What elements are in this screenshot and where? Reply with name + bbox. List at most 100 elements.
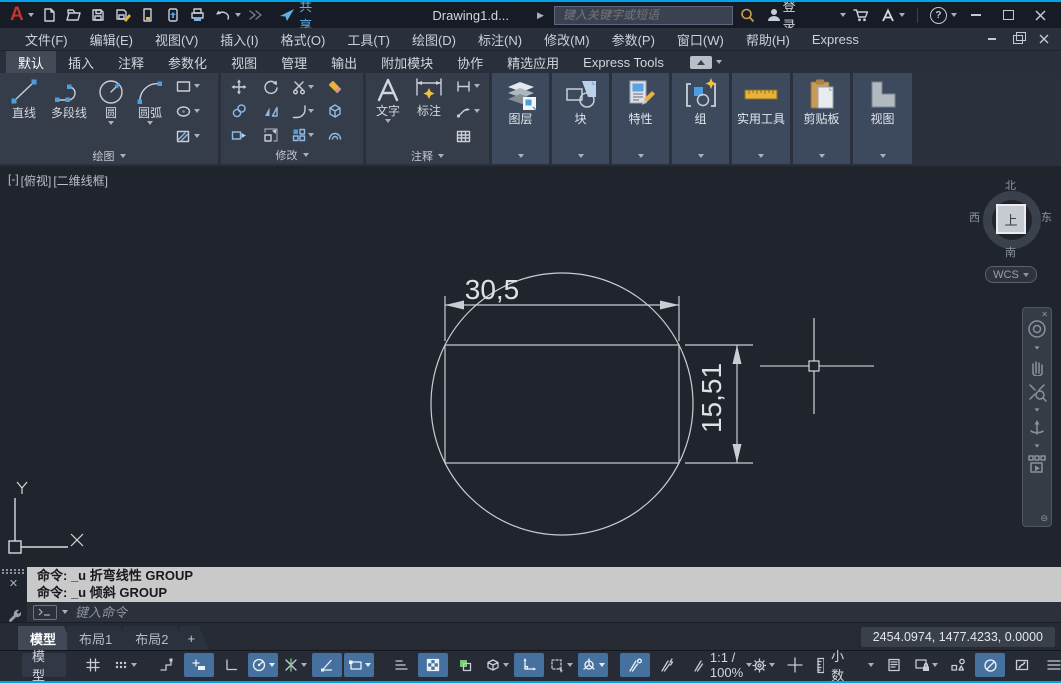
tool-table[interactable] xyxy=(456,128,480,144)
menu-modify[interactable]: 修改(M) xyxy=(533,30,601,49)
ribbon-collapse-caret[interactable] xyxy=(715,60,722,64)
snap-mode-toggle[interactable] xyxy=(110,653,140,677)
gizmo-toggle[interactable] xyxy=(578,653,608,677)
customize-wrench-icon[interactable] xyxy=(7,608,21,622)
view-cube[interactable]: 北 南 西 东 上 xyxy=(969,176,1055,262)
command-panel-grip[interactable]: ✕ xyxy=(0,566,27,622)
command-input[interactable] xyxy=(73,603,1055,621)
tool-dimension[interactable]: 标注 xyxy=(406,76,452,148)
graphics-performance-toggle[interactable] xyxy=(975,653,1006,677)
plot-button[interactable] xyxy=(136,4,159,26)
panel-clipboard-footer[interactable] xyxy=(793,148,850,164)
view-cube-top-face[interactable]: 上 xyxy=(996,204,1026,234)
minimize-button[interactable] xyxy=(963,5,989,25)
ribbon-tab-featured[interactable]: 精选应用 xyxy=(495,51,571,73)
ribbon-collapse-button[interactable] xyxy=(689,55,712,69)
ribbon-tab-express[interactable]: Express Tools xyxy=(571,51,676,73)
menu-express[interactable]: Express xyxy=(801,32,870,47)
ribbon-tab-view[interactable]: 视图 xyxy=(219,51,269,73)
save-button[interactable] xyxy=(87,4,110,26)
tool-explode[interactable] xyxy=(327,103,343,119)
panel-annotation-footer[interactable]: 注释 xyxy=(366,148,489,164)
dynamic-input-toggle[interactable] xyxy=(184,653,214,677)
units-button[interactable]: 小数 xyxy=(812,649,877,683)
menu-format[interactable]: 格式(O) xyxy=(270,30,337,49)
selection-filter-caret[interactable] xyxy=(567,663,573,667)
tool-ellipse[interactable] xyxy=(176,103,200,119)
panel-view[interactable]: 视图 xyxy=(853,73,912,164)
tool-erase[interactable] xyxy=(327,79,343,95)
ribbon-tab-insert[interactable]: 插入 xyxy=(56,51,106,73)
tool-rotate[interactable] xyxy=(263,79,279,95)
ribbon-collapse-control[interactable] xyxy=(689,51,722,73)
command-close-icon[interactable]: ✕ xyxy=(9,579,18,590)
workspace-caret[interactable] xyxy=(769,663,775,667)
sign-in-caret[interactable] xyxy=(840,13,847,17)
tool-polyline[interactable]: 多段线 xyxy=(44,76,94,148)
save-as-button[interactable] xyxy=(112,4,135,26)
autodesk-app-button[interactable] xyxy=(876,4,909,26)
transparency-toggle[interactable] xyxy=(418,653,448,677)
tool-scale[interactable] xyxy=(263,127,279,143)
tab-layout1[interactable]: 布局1 xyxy=(67,626,130,650)
tool-line[interactable]: 直线 xyxy=(4,76,44,148)
search-box[interactable] xyxy=(553,5,734,25)
tool-leader[interactable] xyxy=(456,103,480,119)
tool-offset[interactable] xyxy=(327,127,343,143)
redo-button[interactable] xyxy=(243,4,266,26)
doc-minimize-button[interactable] xyxy=(981,31,1003,47)
infer-constraints-toggle[interactable] xyxy=(152,653,182,677)
command-history[interactable]: 命令: _u 折弯线性 GROUP 命令: _u 倾斜 GROUP xyxy=(27,567,1061,602)
zoom-flyout-caret[interactable] xyxy=(1034,408,1040,412)
panel-layers-footer[interactable] xyxy=(492,148,549,164)
menu-insert[interactable]: 插入(I) xyxy=(209,30,269,49)
model-space-toggle[interactable]: 模型 xyxy=(22,649,66,683)
units-caret[interactable] xyxy=(868,663,875,667)
panel-layers[interactable]: 图层 xyxy=(492,73,549,164)
view-cube-south[interactable]: 南 xyxy=(1005,244,1016,260)
tool-arc[interactable]: 圆弧 xyxy=(128,76,172,148)
gizmo-caret[interactable] xyxy=(599,663,605,667)
menu-window[interactable]: 窗口(W) xyxy=(666,30,735,49)
showmotion-button[interactable] xyxy=(1027,454,1047,474)
3d-object-snap-toggle[interactable] xyxy=(482,653,512,677)
arc-flyout-caret[interactable] xyxy=(147,121,153,125)
command-prompt-icon[interactable] xyxy=(33,604,57,620)
3d-osnap-caret[interactable] xyxy=(503,663,509,667)
wheel-flyout-caret[interactable] xyxy=(1034,346,1040,350)
customization-button[interactable] xyxy=(1039,653,1061,677)
orbit-button[interactable] xyxy=(1027,418,1047,438)
panel-draw-footer[interactable]: 绘图 xyxy=(0,148,218,164)
isolate-objects-button[interactable] xyxy=(943,653,973,677)
scale-display-button[interactable]: 1:1 / 100% xyxy=(710,650,753,680)
tool-text[interactable]: 文字 xyxy=(370,76,406,148)
lineweight-toggle[interactable] xyxy=(386,653,416,677)
circle-flyout-caret[interactable] xyxy=(108,121,114,125)
polar-tracking-caret[interactable] xyxy=(269,663,275,667)
dimension-text-horizontal[interactable]: 30,5 xyxy=(465,274,520,305)
ortho-mode-toggle[interactable] xyxy=(216,653,246,677)
maximize-button[interactable] xyxy=(995,5,1021,25)
doc-close-button[interactable] xyxy=(1033,31,1055,47)
lock-ui-caret[interactable] xyxy=(932,663,939,667)
tool-move[interactable] xyxy=(231,79,247,95)
osnap-modes-caret[interactable] xyxy=(365,663,371,667)
osnap-tracking-caret[interactable] xyxy=(301,663,307,667)
print-button[interactable] xyxy=(186,4,209,26)
lock-ui-button[interactable] xyxy=(911,653,941,677)
tool-fillet[interactable] xyxy=(292,104,314,119)
menu-parametric[interactable]: 参数(P) xyxy=(601,30,666,49)
wcs-button[interactable]: WCS xyxy=(985,266,1037,283)
doc-restore-button[interactable] xyxy=(1007,31,1029,47)
sign-in-button[interactable]: 登录 xyxy=(762,0,810,33)
tab-layout2[interactable]: 布局2 xyxy=(123,626,186,650)
store-button[interactable] xyxy=(848,4,874,26)
selection-cycling-toggle[interactable] xyxy=(450,653,480,677)
new-layout-button[interactable]: + xyxy=(179,626,209,650)
object-snap-modes-toggle[interactable] xyxy=(344,653,374,677)
menu-dimension[interactable]: 标注(N) xyxy=(467,30,533,49)
panel-group-footer[interactable] xyxy=(672,148,729,164)
dimension-text-vertical[interactable]: 15,51 xyxy=(696,363,727,433)
help-button[interactable]: ? xyxy=(926,4,961,26)
snap-mode-caret[interactable] xyxy=(131,663,137,667)
